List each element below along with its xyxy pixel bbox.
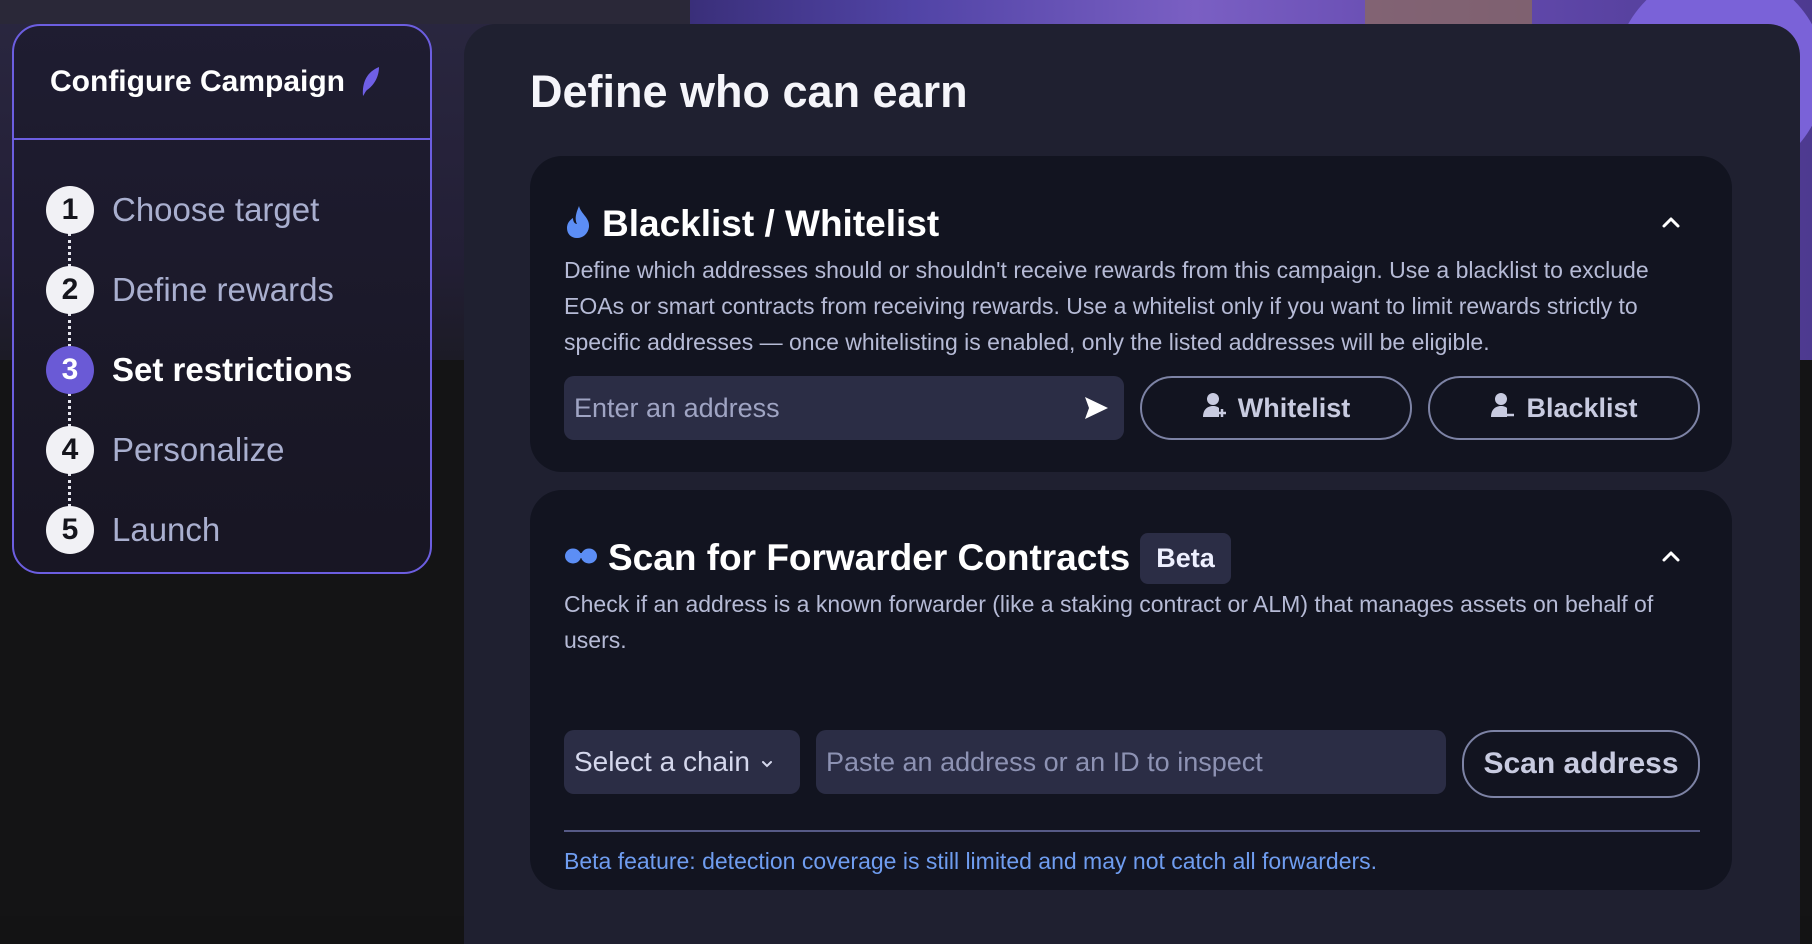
- step-number: 2: [46, 266, 94, 314]
- user-minus-icon: [1490, 391, 1526, 426]
- stepper-steps: 1 Choose target 2 Define rewards 3 Set r…: [14, 140, 430, 570]
- forwarder-scan-card: Scan for Forwarder Contracts Beta Check …: [530, 490, 1732, 890]
- chevron-up-icon[interactable]: [1660, 212, 1682, 234]
- beta-badge: Beta: [1140, 532, 1231, 584]
- step-label: Define rewards: [112, 271, 334, 308]
- stepper-title: Configure Campaign: [50, 65, 346, 98]
- step-launch[interactable]: 5 Launch: [46, 490, 430, 570]
- scan-address-button[interactable]: Scan address: [1462, 730, 1700, 798]
- flame-icon: [564, 205, 592, 244]
- chevron-up-icon[interactable]: [1660, 546, 1682, 568]
- step-personalize[interactable]: 4 Personalize: [46, 410, 430, 507]
- card-header[interactable]: Scan for Forwarder Contracts Beta: [564, 532, 1698, 584]
- address-field[interactable]: [564, 376, 1124, 440]
- chain-select-label: Select a chain: [574, 746, 750, 777]
- step-label: Set restrictions: [112, 351, 353, 388]
- whitelist-label: Whitelist: [1237, 392, 1351, 423]
- step-number: 1: [46, 186, 94, 234]
- divider: [564, 830, 1700, 832]
- whitelist-button[interactable]: Whitelist: [1140, 376, 1412, 440]
- main-panel: Define who can earn Blacklist / Whitelis…: [464, 24, 1800, 944]
- step-set-restrictions[interactable]: 3 Set restrictions: [46, 330, 430, 427]
- card-description: Define which addresses should or shouldn…: [564, 257, 1649, 355]
- inspect-input[interactable]: [826, 746, 1446, 778]
- page-title: Define who can earn: [530, 66, 968, 117]
- card-title: Blacklist / Whitelist: [602, 203, 940, 244]
- beta-note: Beta feature: detection coverage is stil…: [564, 848, 1378, 874]
- step-number: 3: [46, 346, 94, 394]
- feather-icon: [359, 66, 381, 98]
- card-description: Check if an address is a known forwarder…: [564, 591, 1654, 653]
- step-choose-target[interactable]: 1 Choose target: [46, 170, 430, 267]
- address-input[interactable]: [574, 392, 1082, 424]
- step-number: 4: [46, 426, 94, 474]
- step-label: Personalize: [112, 431, 285, 468]
- step-label: Launch: [112, 511, 221, 548]
- inspect-field[interactable]: [816, 730, 1446, 794]
- chevron-down-icon: [750, 746, 774, 778]
- chain-select[interactable]: Select a chain: [564, 730, 800, 794]
- user-plus-icon: [1202, 391, 1238, 426]
- step-define-rewards[interactable]: 2 Define rewards: [46, 250, 430, 347]
- send-icon[interactable]: [1082, 394, 1110, 422]
- step-label: Choose target: [112, 191, 320, 228]
- card-header[interactable]: Blacklist / Whitelist: [564, 198, 1698, 250]
- campaign-stepper: Configure Campaign 1 Choose target 2 Def…: [12, 24, 432, 574]
- stepper-header: Configure Campaign: [14, 26, 430, 140]
- blacklist-label: Blacklist: [1526, 392, 1638, 423]
- step-number: 5: [46, 506, 94, 554]
- blacklist-whitelist-card: Blacklist / Whitelist Define which addre…: [530, 156, 1732, 472]
- binoculars-icon: [564, 546, 598, 571]
- card-title: Scan for Forwarder Contracts: [608, 537, 1131, 578]
- blacklist-button[interactable]: Blacklist: [1428, 376, 1700, 440]
